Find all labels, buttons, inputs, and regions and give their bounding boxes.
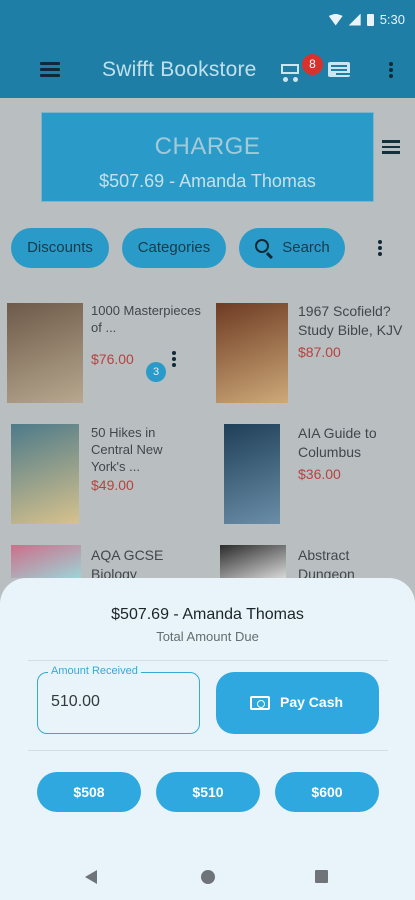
- item-more-icon[interactable]: [172, 351, 176, 367]
- more-options-icon[interactable]: [389, 62, 393, 78]
- list-menu-icon[interactable]: [382, 140, 400, 154]
- search-label: Search: [282, 239, 330, 256]
- status-bar: 5:30: [0, 0, 415, 40]
- signal-icon: [348, 13, 361, 26]
- charge-button[interactable]: CHARGE $507.69 - Amanda Thomas: [41, 112, 374, 202]
- recents-nav-icon[interactable]: [315, 870, 328, 883]
- quick-amount-508-button[interactable]: $508: [37, 772, 141, 812]
- book-cover-image: [11, 545, 81, 578]
- divider: [28, 750, 388, 751]
- divider: [28, 660, 388, 661]
- cart-icon[interactable]: [278, 60, 302, 82]
- status-icons: 5:30: [328, 12, 405, 27]
- cash-icon: [250, 696, 270, 710]
- categories-button[interactable]: Categories: [122, 228, 226, 268]
- keyboard-icon[interactable]: [328, 62, 350, 77]
- amount-received-value[interactable]: 510.00: [51, 693, 100, 711]
- quick-amount-600-button[interactable]: $600: [275, 772, 379, 812]
- status-time: 5:30: [379, 12, 405, 27]
- product-price: $76.00: [91, 351, 134, 367]
- product-title: 1967 Scofield? Study Bible, KJV: [298, 303, 403, 338]
- product-price: $87.00: [298, 344, 341, 360]
- quantity-badge: 3: [146, 362, 166, 382]
- pay-cash-button[interactable]: Pay Cash: [216, 672, 379, 734]
- battery-icon: [366, 13, 374, 26]
- filters-more-icon[interactable]: [378, 240, 382, 256]
- quick-amount-510-button[interactable]: $510: [156, 772, 260, 812]
- app-title: Swifft Bookstore: [102, 58, 257, 81]
- wifi-icon: [328, 13, 343, 26]
- discounts-button[interactable]: Discounts: [11, 228, 109, 268]
- book-cover-image: [7, 303, 83, 403]
- book-cover-image: [224, 424, 280, 524]
- product-title: 50 Hikes in Central New York's ...: [91, 425, 163, 474]
- product-price: $49.00: [91, 477, 134, 493]
- cart-count-badge: 8: [302, 54, 323, 75]
- amount-received-field[interactable]: Amount Received 510.00: [37, 665, 200, 734]
- book-cover-image: [220, 545, 286, 578]
- product-title: AIA Guide to Columbus: [298, 425, 377, 460]
- search-button[interactable]: Search: [239, 228, 345, 268]
- book-cover-image: [11, 424, 79, 524]
- product-price: $36.00: [298, 466, 341, 482]
- total-amount: $507.69 - Amanda Thomas: [111, 606, 304, 623]
- total-caption: Total Amount Due: [156, 629, 259, 644]
- charge-summary: $507.69 - Amanda Thomas: [99, 171, 316, 191]
- payment-sheet: $507.69 - Amanda Thomas Total Amount Due…: [0, 578, 415, 900]
- book-cover-image: [216, 303, 288, 403]
- app-bar: Swifft Bookstore 8: [0, 40, 415, 98]
- product-title: 1000 Masterpieces of ...: [91, 303, 201, 335]
- search-icon: [255, 239, 269, 253]
- back-nav-icon[interactable]: [85, 870, 97, 884]
- menu-icon[interactable]: [40, 62, 60, 77]
- charge-label: CHARGE: [154, 133, 261, 160]
- pay-cash-label: Pay Cash: [280, 694, 344, 710]
- amount-received-label: Amount Received: [48, 665, 141, 677]
- home-nav-icon[interactable]: [201, 870, 215, 884]
